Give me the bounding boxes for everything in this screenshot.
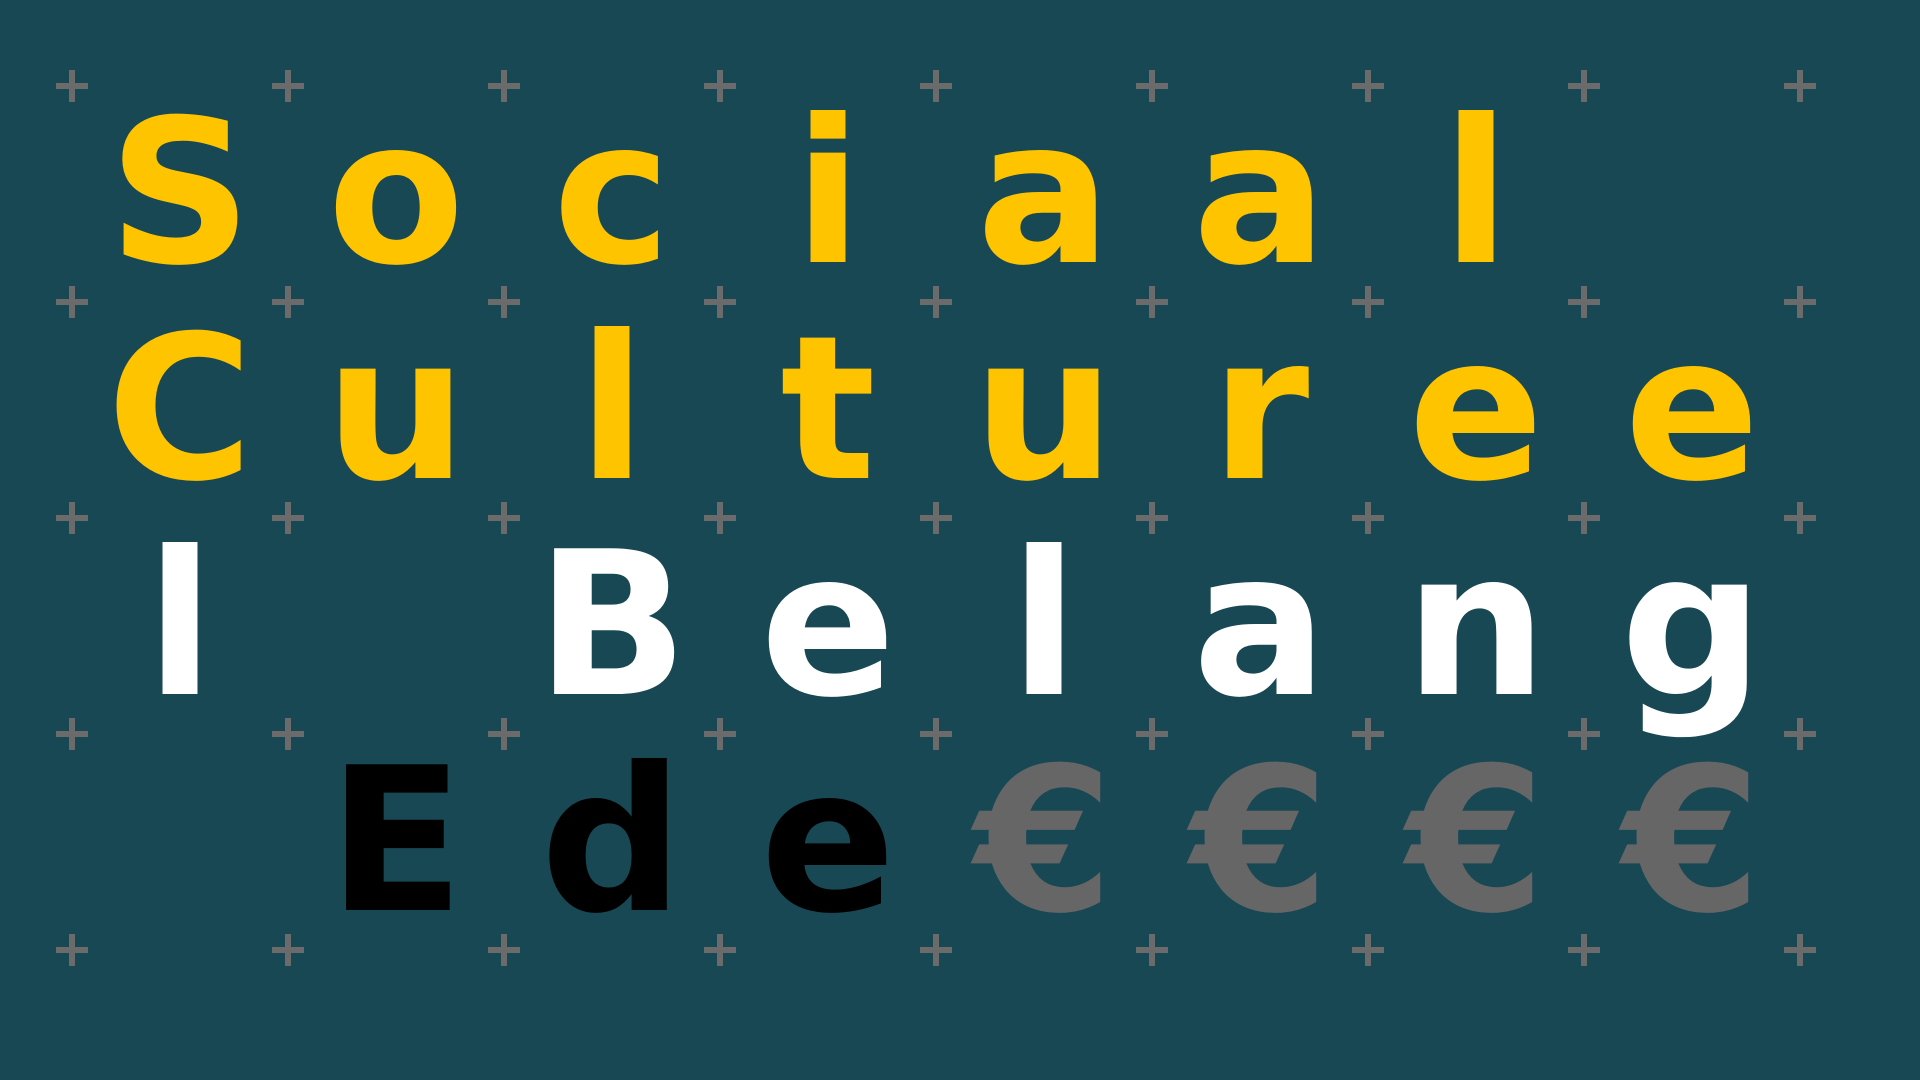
- letter-tile: n: [1404, 509, 1548, 742]
- letter-grid-canvas: So c i a a l Cu l t u r e e l Be l a n g Ed e € € € €: [0, 0, 1920, 1080]
- letter-tile: l: [1009, 509, 1079, 742]
- letter-tile: e: [1408, 293, 1544, 526]
- letter-tile: €: [974, 725, 1114, 958]
- letter-tile: e: [1624, 293, 1760, 526]
- letter-tile: u: [972, 293, 1116, 526]
- letter-tile: i: [793, 77, 863, 310]
- letter-tile: g: [1620, 509, 1764, 742]
- letter-tile: l: [145, 509, 215, 742]
- letter-tile: a: [976, 77, 1112, 310]
- letter-tile: d: [540, 725, 684, 958]
- letter-tile: €: [1622, 725, 1762, 958]
- letter-tile: [72, 734, 288, 950]
- letter-tile: e: [760, 725, 896, 958]
- letter-tile: t: [780, 293, 876, 526]
- letter-tile: €: [1406, 725, 1546, 958]
- letter-tile: C: [106, 293, 254, 526]
- letter-tile: a: [1192, 77, 1328, 310]
- letter-tile: €: [1190, 725, 1330, 958]
- letter-tile: [1584, 86, 1800, 302]
- letter-tile: e: [760, 509, 896, 742]
- letter-tile: r: [1210, 293, 1310, 526]
- letter-tile: l: [577, 293, 647, 526]
- letter-tile: B: [535, 509, 689, 742]
- letter-tile: a: [1192, 509, 1328, 742]
- letter-tile: l: [1441, 77, 1511, 310]
- letter-tile: u: [324, 293, 468, 526]
- letter-tile: [288, 518, 504, 734]
- letter-tile: c: [552, 77, 672, 310]
- letter-tile: E: [327, 725, 465, 958]
- letter-tile: o: [327, 77, 465, 310]
- letter-tile: S: [107, 77, 253, 310]
